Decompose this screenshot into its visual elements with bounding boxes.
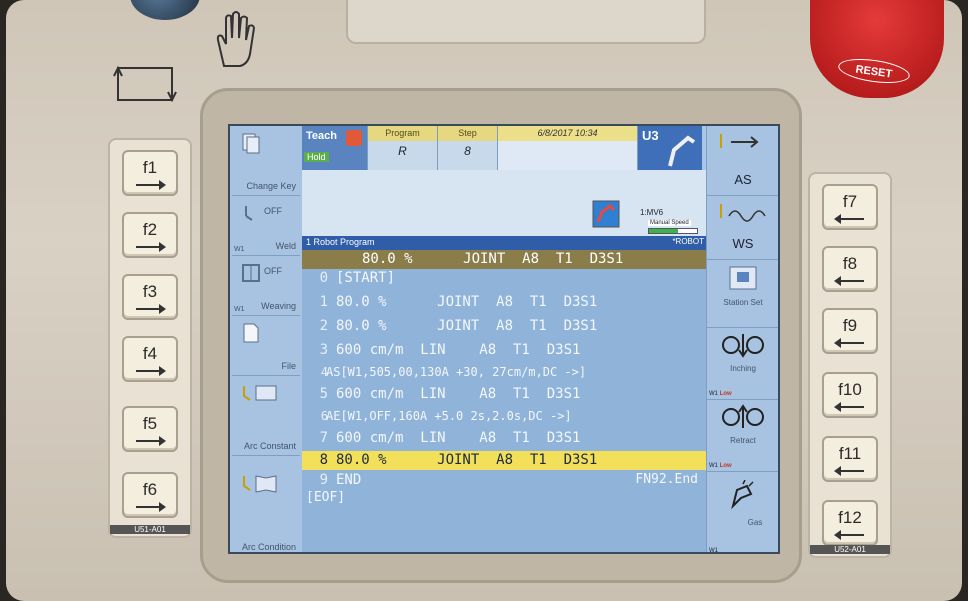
screen-switch-icon xyxy=(113,65,177,103)
program-line[interactable]: 7 600 cm/m LIN A8 T1 D3S1 xyxy=(302,429,710,448)
function-code: FN92.End xyxy=(635,472,698,487)
f8-key[interactable]: f8 xyxy=(822,246,878,292)
robot-indicator: U3 xyxy=(638,126,702,170)
program-field[interactable]: Program R xyxy=(368,126,438,170)
right-column-tag: U52-A01 xyxy=(810,545,890,554)
left-softkey-panel: Change Key OFF Weld W1 OFF Weaving W1 Fi… xyxy=(230,126,302,552)
f4-key[interactable]: f4 xyxy=(122,336,178,382)
change-key-button[interactable]: Change Key xyxy=(232,126,300,196)
inching-button[interactable]: Inching W1 Low xyxy=(707,328,778,400)
f6-key[interactable]: f6 xyxy=(122,472,178,518)
manual-speed-bar xyxy=(648,228,698,234)
f9-key[interactable]: f9 xyxy=(822,308,878,354)
hand-icon xyxy=(216,11,256,67)
current-step-header: 80.0 % JOINT A8 T1 D3S1 xyxy=(302,250,710,269)
arc-start-icon xyxy=(720,134,759,148)
pages-icon xyxy=(242,133,260,154)
arc-constant-button[interactable]: Arc Constant xyxy=(232,376,300,456)
arrow-left-icon xyxy=(834,276,864,286)
pendant-top-panel xyxy=(346,0,706,44)
weave-start-icon xyxy=(720,204,766,222)
f2-key[interactable]: f2 xyxy=(122,212,178,258)
arrow-right-icon xyxy=(136,366,166,376)
program-line[interactable]: 6 AE[W1,OFF,160A +5.0 2s,2.0s,DC ->] xyxy=(302,407,710,426)
inching-icon xyxy=(722,334,764,358)
step-value: 8 xyxy=(464,144,471,158)
as-button[interactable]: AS xyxy=(707,126,778,196)
left-column-tag: U51-A01 xyxy=(110,525,190,534)
status-strip xyxy=(302,170,710,236)
file-icon xyxy=(243,323,259,343)
arrow-left-icon xyxy=(834,402,864,412)
retract-icon xyxy=(722,404,764,428)
program-line[interactable]: 4 AS[W1,505,00,130A +30, 27cm/m,DC ->] xyxy=(302,363,710,382)
datetime-field: 6/8/2017 10:34 xyxy=(498,126,638,170)
manual-speed-label: Manual Speed xyxy=(648,220,691,226)
manual-speed-fill xyxy=(649,229,678,233)
arc-condition-icon xyxy=(243,475,277,493)
arrow-left-icon xyxy=(834,338,864,348)
left-function-key-column: f1 f2 f3 f4 f5 f6 U51-A01 xyxy=(108,138,192,538)
program-listing[interactable]: 80.0 % JOINT A8 T1 D3S1 0 [START] 1 80.0 %… xyxy=(302,250,710,552)
f11-key[interactable]: f11 xyxy=(822,436,878,482)
retract-button[interactable]: Retract W1 Low xyxy=(707,400,778,472)
pointer-hand-icon xyxy=(346,130,362,146)
gas-icon xyxy=(731,480,754,510)
robot-program-icon xyxy=(592,200,620,228)
program-line-selected[interactable]: 8 80.0 % JOINT A8 T1 D3S1 xyxy=(302,451,710,470)
step-field[interactable]: Step 8 xyxy=(438,126,498,170)
weaving-icon xyxy=(242,264,260,282)
right-softkey-panel: AS WS Station Set Inching W1 Low Retract… xyxy=(706,126,778,552)
weld-toggle[interactable]: OFF Weld W1 xyxy=(232,196,300,256)
f1-key[interactable]: f1 xyxy=(122,150,178,196)
program-line[interactable]: 1 80.0 % JOINT A8 T1 D3S1 xyxy=(302,293,710,312)
arrow-left-icon xyxy=(834,214,864,224)
torch-icon xyxy=(245,206,253,221)
program-value: R xyxy=(398,144,407,158)
f3-key[interactable]: f3 xyxy=(122,274,178,320)
weaving-toggle[interactable]: OFF Weaving W1 xyxy=(232,256,300,316)
station-icon xyxy=(729,266,757,290)
gas-button[interactable]: Gas W1 xyxy=(707,472,778,552)
program-line[interactable]: 3 600 cm/m LIN A8 T1 D3S1 xyxy=(302,341,710,360)
pendant-screen: Change Key OFF Weld W1 OFF Weaving W1 Fi… xyxy=(228,124,780,554)
arrow-right-icon xyxy=(136,180,166,190)
file-button[interactable]: File xyxy=(232,316,300,376)
station-set-button[interactable]: Station Set xyxy=(707,260,778,328)
program-line[interactable]: 2 80.0 % JOINT A8 T1 D3S1 xyxy=(302,317,710,336)
robot-model: 1:MV6 xyxy=(640,208,664,217)
arrow-left-icon xyxy=(834,530,864,540)
right-function-key-column: f7 f8 f9 f10 f11 f12 U52-A01 xyxy=(808,172,892,558)
arc-constant-icon xyxy=(243,385,277,401)
arrow-left-icon xyxy=(834,466,864,476)
arrow-right-icon xyxy=(136,502,166,512)
arrow-right-icon xyxy=(136,242,166,252)
teach-mode-indicator: Teach Hold xyxy=(302,126,368,170)
f5-key[interactable]: f5 xyxy=(122,406,178,452)
arrow-right-icon xyxy=(136,436,166,446)
arrow-right-icon xyxy=(136,304,166,314)
f7-key[interactable]: f7 xyxy=(822,184,878,230)
program-line[interactable]: 5 600 cm/m LIN A8 T1 D3S1 xyxy=(302,385,710,404)
ws-button[interactable]: WS xyxy=(707,196,778,260)
f12-key[interactable]: f12 xyxy=(822,500,878,546)
f10-key[interactable]: f10 xyxy=(822,372,878,418)
arc-condition-button[interactable]: Arc Condition xyxy=(232,466,300,552)
eof-marker: [EOF] xyxy=(306,490,346,505)
program-line[interactable]: 0 [START] xyxy=(302,269,710,288)
program-title-bar: 1 Robot Program *ROBOT xyxy=(302,236,710,250)
robot-arm-icon xyxy=(668,135,696,167)
hold-status: Hold xyxy=(304,152,329,162)
